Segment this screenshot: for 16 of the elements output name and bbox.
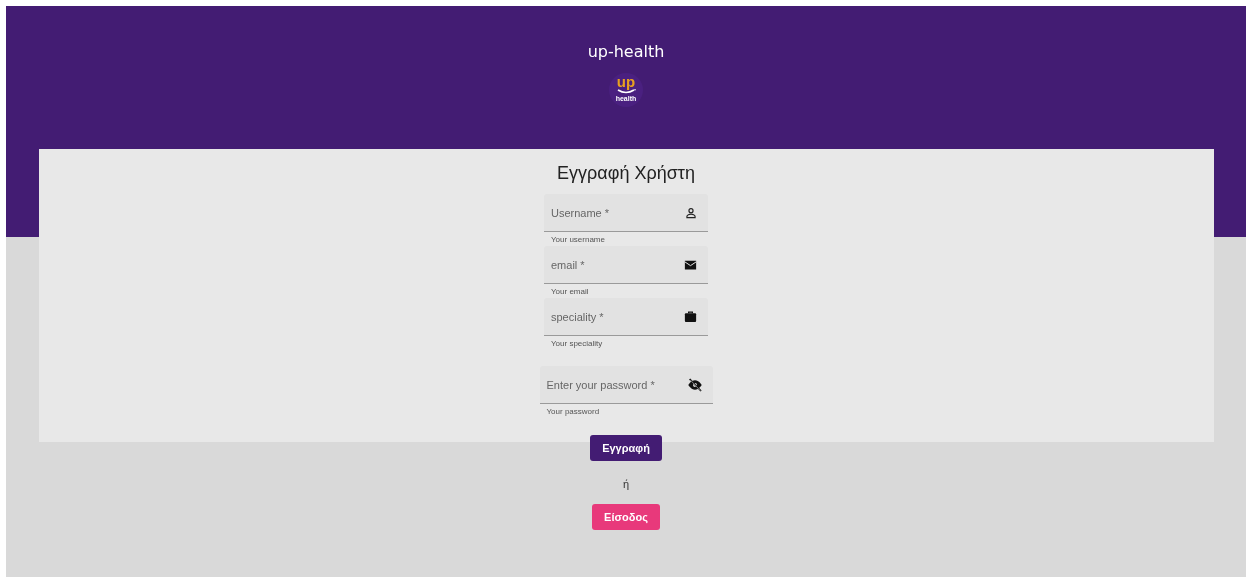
helper-text: Your password [545,406,601,418]
helper-text: Your username [550,234,606,246]
separator-text: ή [622,478,630,490]
site-title: up-health [587,42,665,61]
person-icon [684,206,698,220]
login-button[interactable]: Είσοδος [592,504,660,530]
input-field[interactable]: email * [544,246,708,284]
form-title: Εγγραφή Χρήστη [557,163,695,184]
eye-slash-icon[interactable] [686,377,703,393]
input-field[interactable]: Enter your password * [539,366,713,404]
helper-text: Your speciality [550,338,604,350]
helper-text: Your email [550,286,590,298]
input-field[interactable]: Username * [544,194,708,232]
input-field[interactable]: speciality * [544,298,708,336]
register-button[interactable]: Εγγραφή [590,435,662,461]
briefcase-icon [683,309,698,325]
